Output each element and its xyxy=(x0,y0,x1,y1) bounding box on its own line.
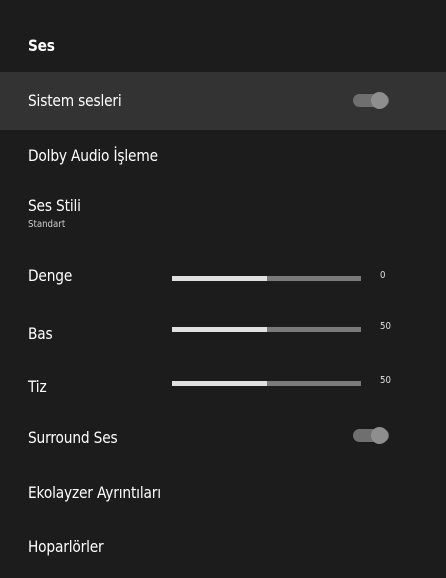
speakers-row[interactable]: Hoparlörler xyxy=(0,520,446,578)
balance-row[interactable]: Denge 0 xyxy=(0,246,446,304)
system-sounds-row[interactable]: Sistem sesleri xyxy=(0,72,446,130)
equalizer-row[interactable]: Ekolayzer Ayrıntıları xyxy=(0,466,446,524)
toggle-knob xyxy=(371,92,388,109)
bass-row[interactable]: Bas 50 xyxy=(0,304,446,362)
page-title: Ses xyxy=(28,36,55,55)
treble-slider-fill xyxy=(172,381,267,386)
equalizer-label: Ekolayzer Ayrıntıları xyxy=(28,483,161,502)
system-sounds-label: Sistem sesleri xyxy=(28,91,122,110)
toggle-knob xyxy=(371,427,388,444)
sound-settings-panel: Ses Sistem sesleri Dolby Audio İşleme Se… xyxy=(0,0,446,567)
balance-slider-fill xyxy=(172,276,267,281)
treble-value: 50 xyxy=(380,375,391,386)
sound-style-row[interactable]: Ses Stili Standart xyxy=(0,188,446,246)
bass-slider[interactable] xyxy=(172,327,361,332)
sound-style-label: Ses Stili xyxy=(28,196,81,215)
bass-value: 50 xyxy=(380,321,391,332)
surround-row[interactable]: Surround Ses xyxy=(0,410,446,468)
bass-slider-fill xyxy=(172,327,267,332)
surround-toggle[interactable] xyxy=(353,427,389,444)
sound-style-value: Standart xyxy=(28,219,66,230)
balance-value: 0 xyxy=(380,270,386,281)
balance-slider[interactable] xyxy=(172,276,361,281)
dolby-audio-label: Dolby Audio İşleme xyxy=(28,146,158,165)
panel-header: Ses xyxy=(0,0,446,72)
speakers-label: Hoparlörler xyxy=(28,537,104,556)
system-sounds-toggle[interactable] xyxy=(353,92,389,109)
dolby-audio-row[interactable]: Dolby Audio İşleme xyxy=(0,130,446,188)
bass-label: Bas xyxy=(28,324,53,343)
treble-slider[interactable] xyxy=(172,381,361,386)
treble-label: Tiz xyxy=(28,377,47,396)
balance-label: Denge xyxy=(28,266,73,285)
surround-label: Surround Ses xyxy=(28,428,118,447)
